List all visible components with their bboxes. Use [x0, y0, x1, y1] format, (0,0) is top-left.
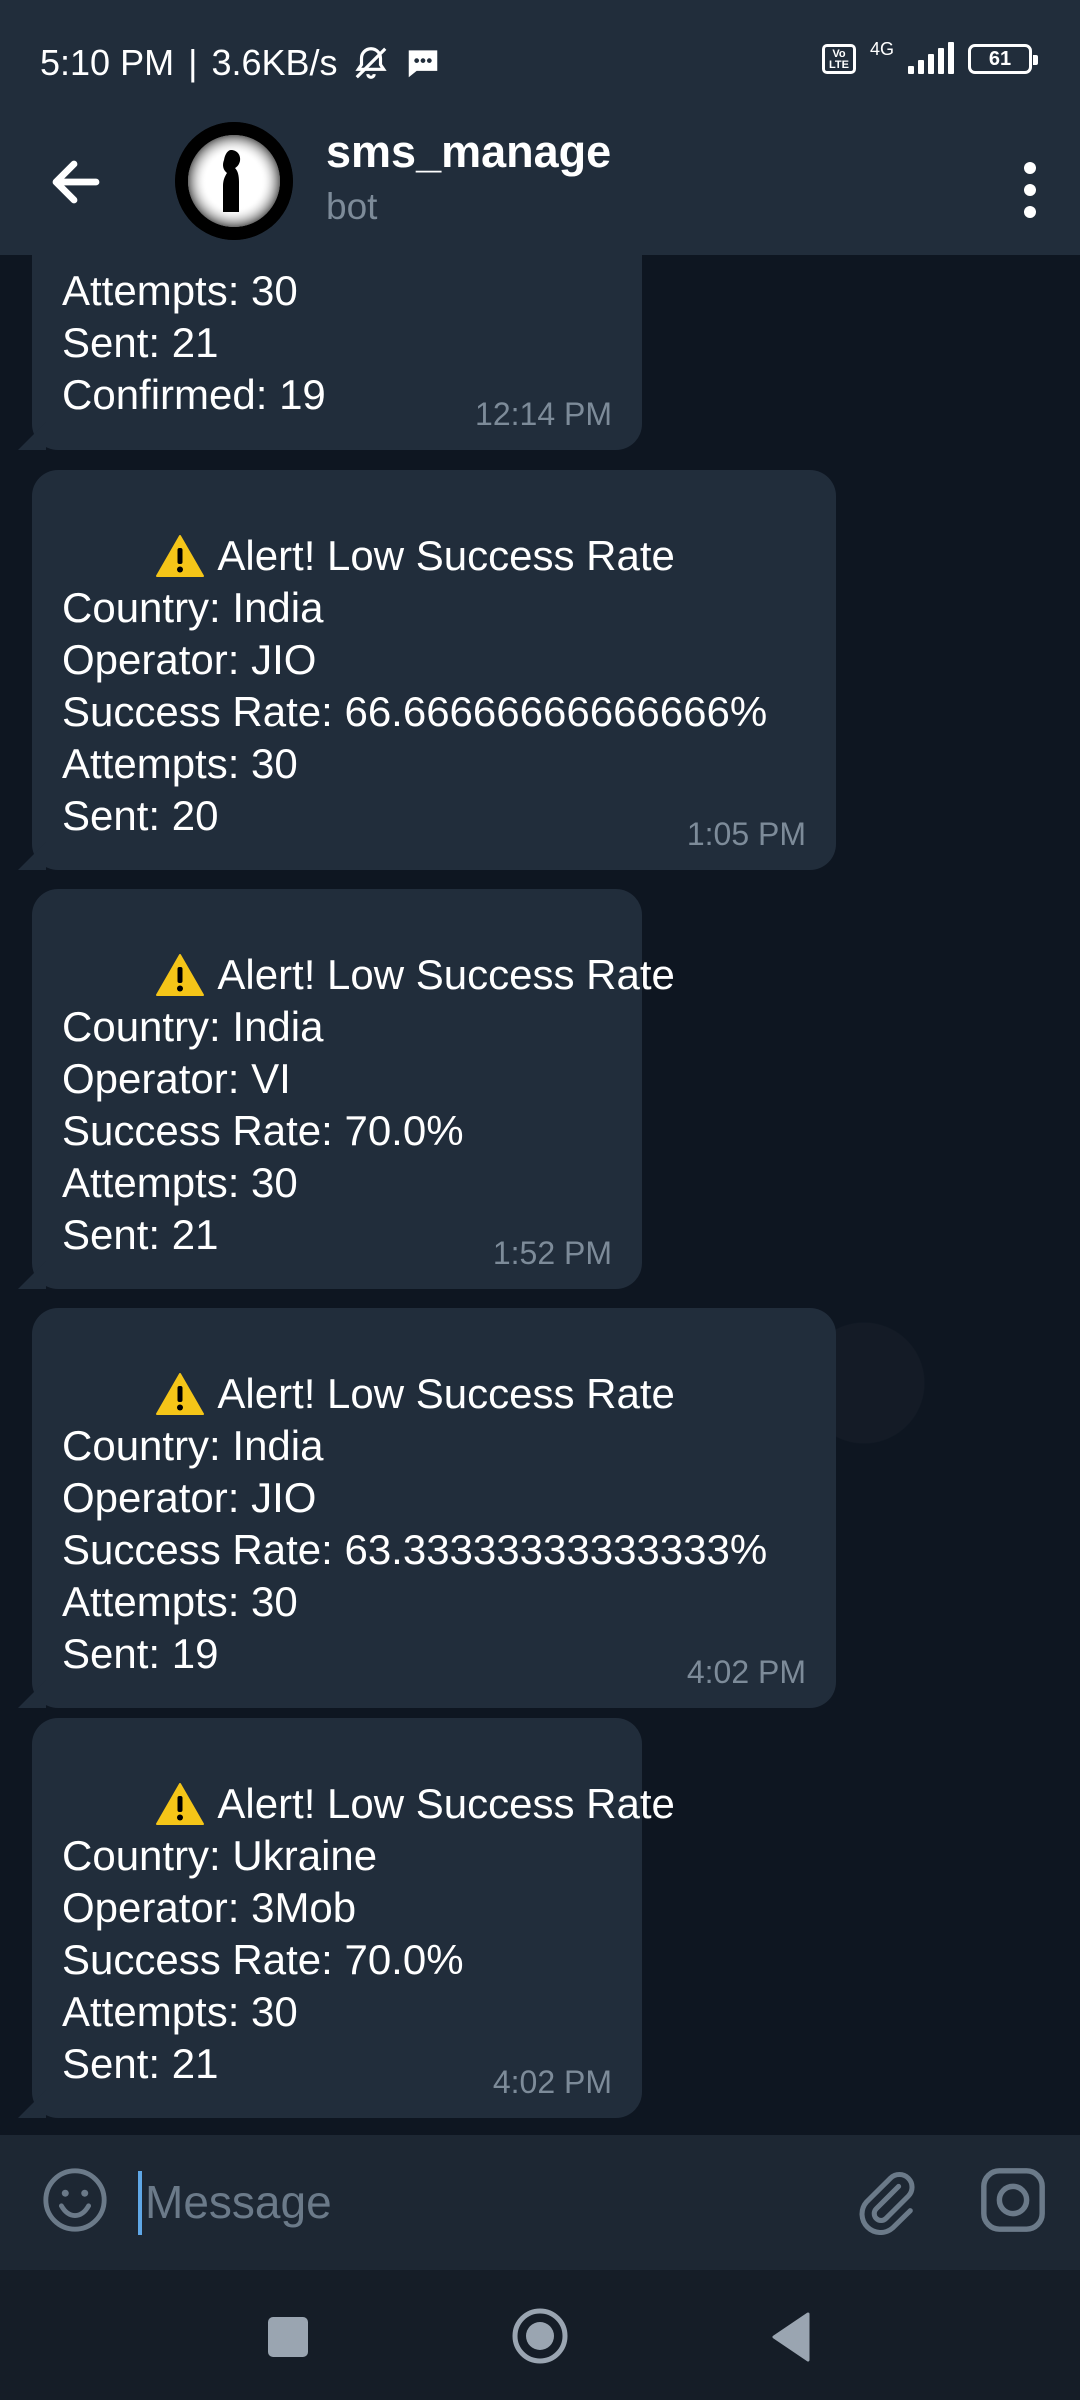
message-time: 12:14 PM [475, 396, 612, 432]
network-speed: 3.6KB/s [211, 42, 338, 83]
attach-button[interactable] [850, 2165, 920, 2236]
message-line: Attempts: 30 [62, 740, 298, 787]
message-line: Success Rate: 66.66666666666666% [62, 688, 768, 735]
message-bubble[interactable]: Alert! Low Success Rate Country: Ukraine… [32, 1718, 675, 2118]
message-line: Attempts: 30 [62, 1159, 298, 1206]
message-bubble[interactable]: Alert! Low Success Rate Country: India O… [32, 1308, 836, 1708]
home-circle-icon [512, 2308, 568, 2364]
message-line: Success Rate: 70.0% [62, 255, 612, 265]
emoji-button[interactable] [40, 2165, 110, 2235]
message-time: 4:02 PM [686, 1654, 806, 1690]
alert-title-line: Alert! Low Success Rate [62, 1316, 806, 1417]
alert-title: Alert! Low Success Rate [217, 532, 675, 579]
message-bubble[interactable]: Alert! Low Success Rate Country: India O… [32, 470, 836, 870]
battery-icon: 61 [968, 44, 1038, 74]
avatar[interactable] [175, 122, 293, 240]
message-line: Success Rate: 70.0% [62, 1936, 464, 1983]
message-line: Operator: JIO [62, 636, 317, 683]
status-time: 5:10 PM [40, 42, 175, 83]
message-time: 4:02 PM [492, 2064, 612, 2100]
message-line: Operator: VI [62, 1055, 291, 1102]
message-line: Success Rate: 70.0% [62, 1107, 464, 1154]
status-right: Vo LTE 4G 61 [821, 39, 1038, 74]
app-screen: 5:10 PM | 3.6KB/s Vo LTE 4G 61 sms_manag… [0, 0, 1080, 2400]
message-line: Country: India [62, 1422, 324, 1469]
message-line: Country: India [62, 584, 324, 631]
warning-icon [156, 954, 205, 996]
message-line: Success Rate: 63.33333333333333% [62, 1526, 768, 1573]
message-bubble[interactable]: Alert! Low Success Rate Country: India O… [32, 889, 675, 1289]
camera-button[interactable] [978, 2165, 1048, 2235]
message-line: Operator: JIO [62, 1474, 317, 1521]
message-time: 1:05 PM [686, 816, 806, 852]
top-bar: 5:10 PM | 3.6KB/s Vo LTE 4G 61 sms_manag… [0, 0, 1080, 255]
text-cursor [138, 2171, 142, 2235]
message-line: Attempts: 30 [62, 1578, 298, 1625]
alert-title-line: Alert! Low Success Rate [62, 1726, 675, 1827]
volte-icon: Vo LTE [821, 44, 856, 74]
paperclip-icon [859, 2172, 915, 2236]
alert-title-line: Alert! Low Success Rate [62, 897, 675, 998]
message-input-bar [0, 2135, 1080, 2270]
message-line: Country: Ukraine [62, 1832, 378, 1879]
square-icon [268, 2317, 308, 2357]
status-left: 5:10 PM | 3.6KB/s [40, 42, 442, 84]
message-notification-icon [408, 50, 437, 78]
message-input[interactable] [145, 2167, 795, 2237]
home-button[interactable] [510, 2306, 570, 2366]
message-line: Operator: 3Mob [62, 1884, 357, 1931]
network-type: 4G [869, 38, 894, 59]
notifications-muted-icon [354, 47, 387, 79]
arrow-left-icon [52, 160, 100, 204]
message-bubble[interactable]: Success Rate: 70.0% Attempts: 30 Sent: 2… [32, 255, 642, 450]
chat-subtitle: bot [326, 186, 378, 227]
back-button[interactable] [36, 142, 116, 222]
alert-title: Alert! Low Success Rate [217, 1780, 675, 1827]
emoji-icon [43, 2168, 107, 2232]
status-separator: | [188, 42, 198, 83]
system-nav-bar [0, 2270, 1080, 2400]
message-line: Sent: 21 [62, 319, 219, 366]
message-line: Country: India [62, 1003, 324, 1050]
bot-avatar-icon [175, 122, 293, 240]
recents-button[interactable] [268, 2317, 308, 2357]
warning-icon [156, 535, 205, 577]
chat-title[interactable]: sms_manage [326, 126, 611, 178]
warning-icon [156, 1373, 205, 1415]
alert-title: Alert! Low Success Rate [217, 1370, 675, 1417]
message-line: Attempts: 30 [62, 1988, 298, 2035]
nav-back-button[interactable] [770, 2312, 810, 2362]
alert-title-line: Alert! Low Success Rate [62, 478, 806, 579]
triangle-back-icon [772, 2312, 810, 2362]
more-options-button[interactable] [1000, 150, 1060, 230]
message-time: 1:52 PM [492, 1235, 612, 1271]
status-bar: 5:10 PM | 3.6KB/s Vo LTE 4G 61 [0, 0, 1080, 130]
chat-header: sms_manage bot [0, 120, 1080, 255]
camera-icon [981, 2168, 1045, 2232]
message-line: Attempts: 30 [62, 267, 298, 314]
signal-icon [908, 42, 954, 74]
more-vertical-icon [1024, 162, 1036, 218]
alert-title: Alert! Low Success Rate [217, 951, 675, 998]
warning-icon [156, 1783, 205, 1825]
message-list[interactable]: Success Rate: 70.0% Attempts: 30 Sent: 2… [0, 255, 1080, 2135]
